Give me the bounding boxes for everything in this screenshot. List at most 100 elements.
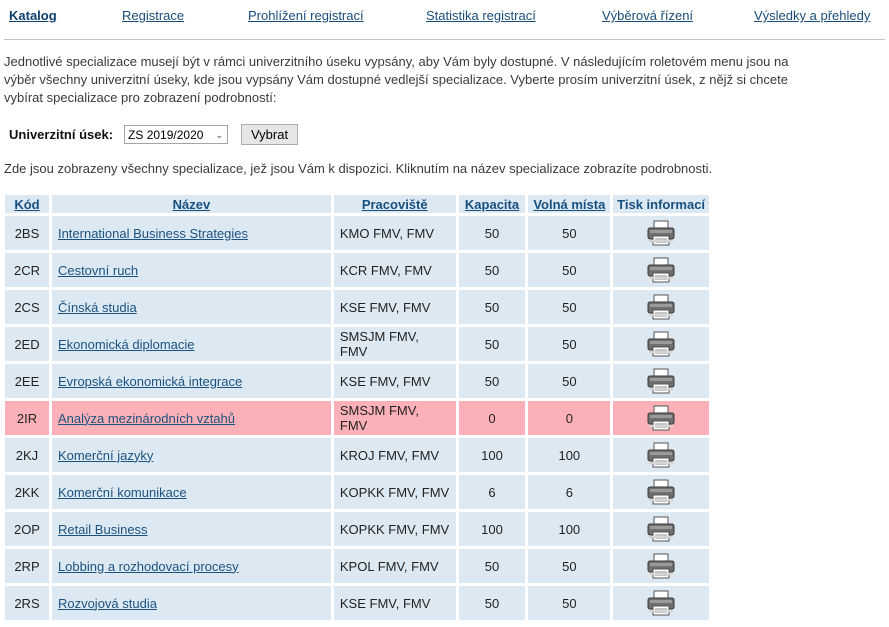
cell-code: 2RS: [5, 586, 49, 620]
cell-free-places: 50: [528, 586, 611, 620]
cell-print: [613, 364, 709, 398]
printer-icon[interactable]: [645, 294, 677, 320]
cell-capacity: 0: [458, 401, 526, 435]
cell-free-places: 50: [528, 253, 611, 287]
cell-code: 2RP: [5, 549, 49, 583]
printer-icon[interactable]: [645, 405, 677, 431]
nav-prohlizeni-registraci[interactable]: Prohlížení registrací: [248, 8, 364, 23]
cell-print: [613, 216, 709, 250]
cell-code: 2IR: [5, 401, 49, 435]
cell-print: [613, 290, 709, 324]
specialization-link[interactable]: Rozvojová studia: [58, 596, 157, 611]
printer-icon[interactable]: [645, 442, 677, 468]
top-navigation: Katalog Registrace Prohlížení registrací…: [0, 0, 889, 40]
cell-free-places: 50: [528, 549, 611, 583]
semester-filter: Univerzitní úsek: ZS 2019/2020 ⌄ Vybrat: [9, 123, 299, 145]
semester-select[interactable]: ZS 2019/2020 ⌄: [124, 124, 229, 144]
nav-vysledky-a-prehledy[interactable]: Výsledky a přehledy: [754, 8, 870, 23]
header-name[interactable]: Název: [51, 195, 331, 213]
printer-icon[interactable]: [645, 368, 677, 394]
cell-workplace: KSE FMV, FMV: [333, 364, 456, 398]
cell-free-places: 100: [528, 438, 611, 472]
cell-name: Evropská ekonomická integrace: [51, 364, 331, 398]
cell-workplace: SMSJM FMV, FMV: [333, 401, 456, 435]
specialization-link[interactable]: Komerční komunikace: [58, 485, 187, 500]
cell-name: International Business Strategies: [51, 216, 331, 250]
table-row: 2CS Čínská studia KSE FMV, FMV 50 50: [5, 290, 709, 324]
select-button[interactable]: Vybrat: [241, 123, 299, 145]
nav-katalog[interactable]: Katalog: [9, 8, 57, 23]
semester-label: Univerzitní úsek:: [9, 126, 114, 142]
cell-capacity: 50: [458, 327, 526, 361]
cell-capacity: 50: [458, 216, 526, 250]
cell-free-places: 6: [528, 475, 611, 509]
cell-name: Čínská studia: [51, 290, 331, 324]
table-row: 2BS International Business Strategies KMO …: [5, 216, 709, 250]
cell-capacity: 100: [458, 512, 526, 546]
printer-icon[interactable]: [645, 479, 677, 505]
table-header-row: Kód Název Pracoviště Kapacita Volná míst…: [5, 195, 709, 213]
cell-print: [613, 253, 709, 287]
cell-name: Komerční komunikace: [51, 475, 331, 509]
header-free-places[interactable]: Volná místa: [528, 195, 611, 213]
cell-capacity: 6: [458, 475, 526, 509]
cell-name: Ekonomická diplomacie: [51, 327, 331, 361]
cell-workplace: KCR FMV, FMV: [333, 253, 456, 287]
specialization-link[interactable]: Analýza mezinárodních vztahů: [58, 411, 235, 426]
cell-workplace: KOPKK FMV, FMV: [333, 475, 456, 509]
nav-registrace[interactable]: Registrace: [122, 8, 184, 23]
specialization-link[interactable]: Cestovní ruch: [58, 263, 138, 278]
header-code[interactable]: Kód: [5, 195, 49, 213]
table-row: 2KK Komerční komunikace KOPKK FMV, FMV 6 6: [5, 475, 709, 509]
printer-icon[interactable]: [645, 553, 677, 579]
cell-capacity: 50: [458, 290, 526, 324]
nav-statistika-registraci[interactable]: Statistika registrací: [426, 8, 536, 23]
specialization-link[interactable]: Čínská studia: [58, 300, 137, 315]
cell-print: [613, 549, 709, 583]
specializations-table: Kód Název Pracoviště Kapacita Volná míst…: [2, 192, 712, 623]
cell-name: Lobbing a rozhodovací procesy: [51, 549, 331, 583]
specialization-link[interactable]: Evropská ekonomická integrace: [58, 374, 242, 389]
printer-icon[interactable]: [645, 516, 677, 542]
header-capacity[interactable]: Kapacita: [458, 195, 526, 213]
cell-workplace: KSE FMV, FMV: [333, 290, 456, 324]
specialization-link[interactable]: Retail Business: [58, 522, 148, 537]
cell-capacity: 50: [458, 549, 526, 583]
table-row: 2KJ Komerční jazyky KROJ FMV, FMV 100 100: [5, 438, 709, 472]
table-row: 2IR Analýza mezinárodních vztahů SMSJM FMV…: [5, 401, 709, 435]
table-row: 2OP Retail Business KOPKK FMV, FMV 100 100: [5, 512, 709, 546]
cell-free-places: 50: [528, 327, 611, 361]
cell-code: 2OP: [5, 512, 49, 546]
cell-print: [613, 438, 709, 472]
specialization-link[interactable]: Lobbing a rozhodovací procesy: [58, 559, 239, 574]
cell-code: 2KJ: [5, 438, 49, 472]
cell-name: Retail Business: [51, 512, 331, 546]
printer-icon[interactable]: [645, 257, 677, 283]
printer-icon[interactable]: [645, 220, 677, 246]
cell-print: [613, 512, 709, 546]
cell-free-places: 50: [528, 364, 611, 398]
header-print: Tisk informací: [613, 195, 709, 213]
table-row: 2EE Evropská ekonomická integrace KSE FMV,…: [5, 364, 709, 398]
specialization-link[interactable]: Komerční jazyky: [58, 448, 153, 463]
cell-free-places: 50: [528, 290, 611, 324]
cell-name: Komerční jazyky: [51, 438, 331, 472]
cell-workplace: KOPKK FMV, FMV: [333, 512, 456, 546]
cell-capacity: 50: [458, 586, 526, 620]
cell-name: Rozvojová studia: [51, 586, 331, 620]
cell-code: 2BS: [5, 216, 49, 250]
specialization-link[interactable]: Ekonomická diplomacie: [58, 337, 195, 352]
printer-icon[interactable]: [645, 331, 677, 357]
cell-name: Analýza mezinárodních vztahů: [51, 401, 331, 435]
cell-workplace: KROJ FMV, FMV: [333, 438, 456, 472]
cell-free-places: 100: [528, 512, 611, 546]
nav-divider: [4, 39, 885, 40]
specialization-link[interactable]: International Business Strategies: [58, 226, 248, 241]
printer-icon[interactable]: [645, 590, 677, 616]
header-workplace[interactable]: Pracoviště: [333, 195, 456, 213]
nav-vyberova-rizeni[interactable]: Výběrová řízení: [602, 8, 693, 23]
cell-print: [613, 586, 709, 620]
cell-capacity: 50: [458, 253, 526, 287]
cell-code: 2KK: [5, 475, 49, 509]
cell-workplace: KSE FMV, FMV: [333, 586, 456, 620]
